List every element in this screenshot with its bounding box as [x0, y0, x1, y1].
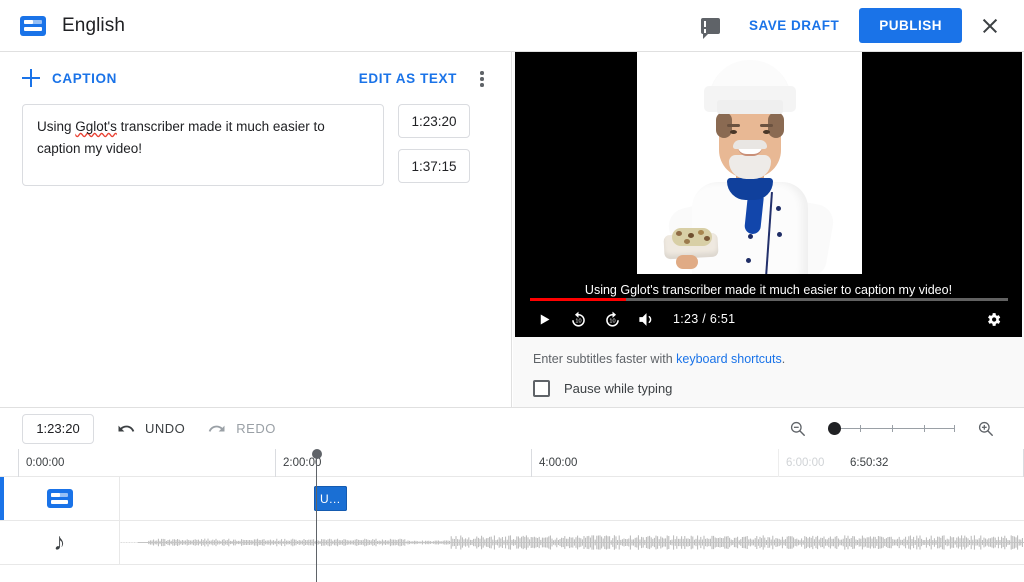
chef-food: [671, 228, 712, 246]
undo-button[interactable]: UNDO: [116, 419, 185, 439]
video-time-display: 1:23 / 6:51: [673, 312, 736, 326]
keyboard-shortcuts-hint: Enter subtitles faster with keyboard sho…: [533, 352, 785, 366]
chef-brow-right: [759, 124, 773, 127]
chef-eye-right: [762, 130, 770, 134]
timeline-zoom-slider-knob[interactable]: [828, 422, 841, 435]
add-caption-button[interactable]: CAPTION: [22, 69, 117, 87]
timeline-panel: 1:23:20 UNDO REDO 0:00:00 2:00:00 4:00:0…: [0, 407, 1024, 582]
replay-10-icon[interactable]: 10: [561, 302, 595, 336]
chef-beard: [728, 155, 771, 179]
cue-end-time-input[interactable]: 1:37:15: [398, 149, 470, 183]
publish-button[interactable]: PUBLISH: [859, 8, 962, 43]
captions-editor-toolbar: CAPTION EDIT AS TEXT: [0, 52, 511, 104]
top-bar-actions: SAVE DRAFT PUBLISH: [693, 6, 1024, 46]
caption-cue-row: Using Gglot's transcriber made it much e…: [0, 104, 511, 186]
timeline-zoom-slider[interactable]: [828, 422, 955, 435]
track-label-audio: ♪: [0, 521, 120, 564]
subtitle-editor-app: English SAVE DRAFT PUBLISH CAPTION EDIT …: [0, 0, 1024, 582]
caption-text-segment-1: Using: [37, 119, 76, 134]
timeline-zoom-controls: [780, 412, 1002, 446]
kebab-menu-icon[interactable]: [467, 64, 495, 92]
captions-editor-panel: CAPTION EDIT AS TEXT Using Gglot's trans…: [0, 52, 512, 407]
caption-time-fields: 1:23:20 1:37:15: [398, 104, 470, 183]
closed-caption-icon: [20, 15, 46, 36]
music-note-icon: ♪: [53, 528, 66, 556]
audio-track-body[interactable]: [120, 521, 1024, 564]
pause-while-typing-checkbox[interactable]: [533, 380, 550, 397]
keyboard-shortcuts-link[interactable]: keyboard shortcuts: [676, 352, 782, 366]
ruler-mark: 6:50:32: [850, 457, 889, 469]
feedback-bubble-icon: [701, 17, 721, 39]
hint-suffix: .: [781, 352, 786, 366]
video-caption-overlay: Using Gglot's transcriber made it much e…: [584, 283, 953, 297]
timeline-current-time-input[interactable]: 1:23:20: [22, 413, 94, 444]
timeline-toolbar: 1:23:20 UNDO REDO: [0, 408, 1024, 449]
video-frame: [637, 52, 862, 274]
zoom-in-icon[interactable]: [968, 412, 1002, 446]
video-controls: 10 10 1:23 / 6:51: [515, 301, 1022, 337]
undo-label: UNDO: [145, 421, 186, 436]
timeline-caption-block[interactable]: U…: [314, 486, 347, 511]
volume-up-icon[interactable]: [629, 302, 663, 336]
video-preview-panel: Using Gglot's transcriber made it much e…: [513, 52, 1024, 407]
ruler-mark: 4:00:00: [531, 449, 577, 477]
cue-start-time-input[interactable]: 1:23:20: [398, 104, 470, 138]
zoom-out-icon[interactable]: [780, 412, 814, 446]
add-caption-label: CAPTION: [52, 70, 117, 86]
track-label-captions: [0, 477, 120, 520]
play-icon[interactable]: [527, 302, 561, 336]
save-draft-button[interactable]: SAVE DRAFT: [737, 9, 851, 42]
forward-10-icon[interactable]: 10: [595, 302, 629, 336]
caption-text-input[interactable]: Using Gglot's transcriber made it much e…: [22, 104, 384, 186]
redo-button[interactable]: REDO: [207, 419, 276, 439]
chef-hand: [675, 255, 698, 269]
ruler-mark: 0:00:00: [18, 449, 64, 477]
svg-text:10: 10: [609, 318, 615, 324]
feedback-button[interactable]: [693, 8, 729, 44]
closed-caption-icon: [46, 489, 73, 508]
hint-prefix: Enter subtitles faster with: [533, 352, 677, 366]
page-title: English: [62, 14, 126, 36]
pause-while-typing-label: Pause while typing: [564, 381, 673, 396]
plus-icon: [22, 69, 40, 87]
pause-while-typing-row[interactable]: Pause while typing: [533, 380, 672, 397]
undo-arrow-icon: [118, 425, 135, 432]
captions-track-body[interactable]: U…: [120, 477, 1024, 520]
chef-eye-left: [729, 130, 737, 134]
timeline-track-audio[interactable]: ♪: [0, 521, 1024, 565]
timeline-track-captions[interactable]: U…: [0, 477, 1024, 521]
ruler-mark: 2:00:00: [275, 449, 321, 477]
timeline-ruler[interactable]: 0:00:00 2:00:00 4:00:00 6:00:00 6:50:32: [0, 449, 1024, 477]
ruler-mark: 6:00:00: [778, 449, 824, 477]
chef-hat-band: [716, 100, 783, 114]
close-icon[interactable]: [970, 6, 1010, 46]
chef-mustache: [732, 140, 767, 149]
audio-waveform: [120, 535, 1024, 550]
video-player[interactable]: Using Gglot's transcriber made it much e…: [515, 52, 1022, 337]
edit-as-text-button[interactable]: EDIT AS TEXT: [359, 71, 457, 86]
svg-text:10: 10: [575, 318, 581, 324]
chef-brow-left: [726, 124, 740, 127]
misspelled-word: Gglot's: [75, 119, 117, 134]
redo-label: REDO: [236, 421, 276, 436]
top-bar: English SAVE DRAFT PUBLISH: [0, 0, 1024, 52]
redo-arrow-icon: [209, 425, 225, 432]
gear-icon[interactable]: [976, 302, 1010, 336]
